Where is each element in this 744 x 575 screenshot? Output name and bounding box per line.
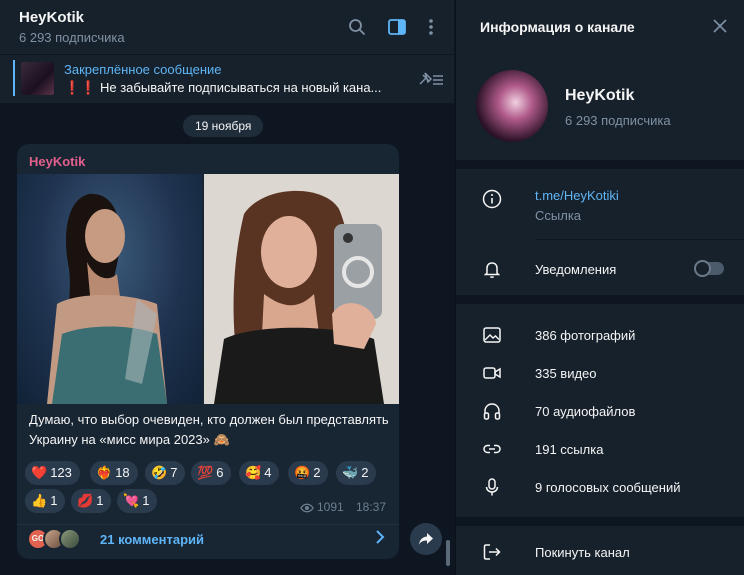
reaction-kiss[interactable]: 💋 1 bbox=[71, 489, 112, 513]
leave-icon bbox=[482, 542, 502, 562]
more-vert-icon[interactable] bbox=[419, 15, 443, 39]
reaction-rofl[interactable]: 🤣 7 bbox=[145, 461, 186, 485]
reaction-smiling-hearts[interactable]: 🥰 4 bbox=[239, 461, 280, 485]
views-count: 1091 bbox=[317, 500, 344, 514]
section-separator bbox=[456, 295, 744, 304]
reaction-count: 1 bbox=[96, 493, 104, 508]
eye-icon bbox=[300, 503, 314, 513]
reaction-emoji: ❤️‍🔥 bbox=[96, 465, 113, 480]
bell-icon bbox=[482, 259, 502, 279]
notifications-label: Уведомления bbox=[535, 262, 617, 277]
reaction-emoji: 👍 bbox=[31, 493, 48, 508]
reaction-emoji: 🥰 bbox=[245, 465, 262, 480]
reaction-cursing[interactable]: 🤬 2 bbox=[288, 461, 329, 485]
pin-list-icon[interactable] bbox=[416, 70, 444, 88]
channel-name: HeyKotik bbox=[565, 87, 635, 104]
photo-icon bbox=[482, 325, 502, 345]
mic-icon bbox=[482, 477, 502, 497]
reaction-emoji: 🤬 bbox=[294, 465, 311, 480]
post-time: 18:37 bbox=[356, 500, 387, 514]
close-icon[interactable] bbox=[712, 18, 728, 34]
reaction-count: 18 bbox=[115, 465, 130, 480]
section-separator bbox=[456, 160, 744, 169]
reaction-emoji: 🐳 bbox=[342, 465, 359, 480]
reaction-heart-fire[interactable]: ❤️‍🔥 18 bbox=[90, 461, 138, 485]
channel-link-caption: Ссылка bbox=[535, 208, 582, 223]
chevron-right-icon[interactable] bbox=[375, 530, 385, 544]
reaction-count: 2 bbox=[313, 465, 321, 480]
divider bbox=[536, 239, 744, 240]
media-photos[interactable]: 386 фотографий bbox=[535, 328, 635, 343]
post-photo-right[interactable] bbox=[204, 174, 399, 404]
channel-info-panel: Информация о канале HeyKotik 6 293 подпи… bbox=[455, 0, 744, 575]
reaction-count: 7 bbox=[170, 465, 178, 480]
media-voice[interactable]: 9 голосовых сообщений bbox=[535, 480, 680, 495]
reaction-heart[interactable]: ❤️ 123 bbox=[25, 461, 80, 485]
reaction-count: 1 bbox=[142, 493, 150, 508]
reaction-emoji: 🤣 bbox=[151, 465, 168, 480]
channel-subscribers-count: 6 293 подписчика bbox=[565, 113, 671, 128]
pinned-thumbnail bbox=[21, 62, 54, 95]
media-videos[interactable]: 335 видео bbox=[535, 366, 597, 381]
avatar bbox=[59, 528, 81, 550]
share-icon bbox=[419, 533, 433, 545]
share-button[interactable] bbox=[410, 523, 442, 555]
pinned-indicator bbox=[13, 60, 15, 96]
info-icon bbox=[482, 189, 502, 209]
comments-divider bbox=[17, 524, 399, 525]
reaction-hundred[interactable]: 💯 6 bbox=[191, 461, 232, 485]
post-author[interactable]: HeyKotik bbox=[29, 154, 85, 169]
reaction-count: 4 bbox=[264, 465, 272, 480]
reaction-whale[interactable]: 🐳 2 bbox=[336, 461, 377, 485]
media-links[interactable]: 191 ссылка bbox=[535, 442, 603, 457]
video-icon bbox=[482, 363, 502, 383]
reaction-emoji: 💘 bbox=[123, 493, 140, 508]
pinned-text: ❗❗ Не забывайте подписываться на новый к… bbox=[64, 80, 382, 95]
reaction-heart-arrow[interactable]: 💘 1 bbox=[117, 489, 158, 513]
chat-area: HeyKotik 6 293 подписчика Закреплённое с… bbox=[0, 0, 454, 575]
leave-channel-button[interactable]: Покинуть канал bbox=[535, 545, 630, 560]
channel-link[interactable]: t.me/HeyKotiki bbox=[535, 188, 619, 203]
post-text: Думаю, что выбор очевиден, кто должен бы… bbox=[29, 412, 389, 447]
scrollbar[interactable] bbox=[446, 540, 450, 566]
pinned-label: Закреплённое сообщение bbox=[64, 62, 222, 77]
comments-link[interactable]: 21 комментарий bbox=[100, 532, 204, 547]
date-separator: 19 ноября bbox=[183, 115, 264, 137]
post-photo-left[interactable] bbox=[17, 174, 202, 404]
reaction-thumbs-up[interactable]: 👍 1 bbox=[25, 489, 66, 513]
sidebar-toggle-icon[interactable] bbox=[385, 15, 409, 39]
channel-post: HeyKotik Думаю, что выбор очевиден, кто … bbox=[17, 144, 399, 559]
reaction-count: 2 bbox=[361, 465, 369, 480]
reaction-emoji: ❤️ bbox=[31, 465, 48, 480]
channel-avatar[interactable] bbox=[476, 70, 548, 142]
reaction-count: 123 bbox=[50, 465, 72, 480]
link-icon bbox=[482, 439, 502, 459]
panel-title: Информация о канале bbox=[480, 19, 635, 35]
views-counter: 1091 bbox=[300, 500, 344, 514]
section-separator bbox=[456, 517, 744, 526]
toggle-knob[interactable] bbox=[694, 260, 711, 277]
reaction-count: 6 bbox=[216, 465, 224, 480]
media-audio[interactable]: 70 аудиофайлов bbox=[535, 404, 635, 419]
reaction-emoji: 💯 bbox=[197, 465, 214, 480]
chat-header[interactable]: HeyKotik 6 293 подписчика bbox=[0, 0, 454, 54]
headphones-icon bbox=[482, 401, 502, 421]
reaction-emoji: 💋 bbox=[77, 493, 94, 508]
search-icon[interactable] bbox=[345, 15, 369, 39]
channel-subscribers: 6 293 подписчика bbox=[19, 30, 125, 45]
reaction-count: 1 bbox=[50, 493, 58, 508]
channel-title[interactable]: HeyKotik bbox=[19, 9, 84, 26]
